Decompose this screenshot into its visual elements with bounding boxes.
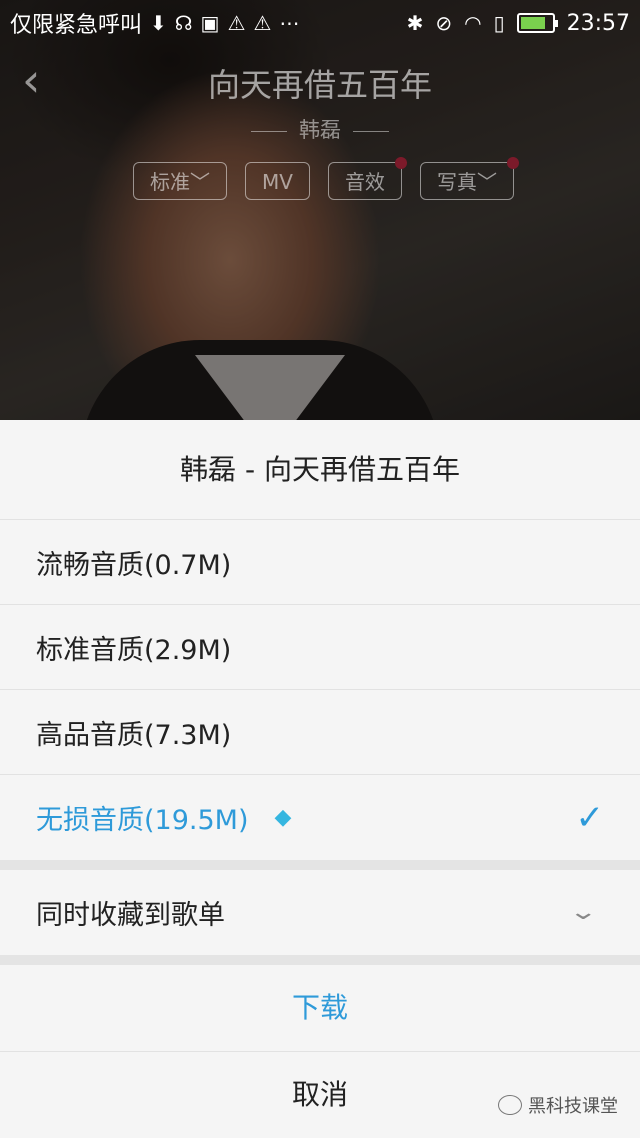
photo-pill-button[interactable]: 写真﹀: [419, 157, 519, 200]
collect-label: 同时收藏到歌单: [36, 900, 225, 931]
download-icon: ⬇: [150, 11, 167, 35]
more-icon: ⋯: [279, 11, 300, 35]
check-icon: ✓: [575, 797, 605, 838]
sound-effect-pill-button[interactable]: 音效: [327, 157, 407, 200]
headset-icon: ☊: [174, 11, 193, 35]
sheet-title: 韩磊 - 向天再借五百年: [0, 420, 640, 520]
sim-icon: ▯: [493, 11, 505, 35]
option-label: 流畅音质(0.7M): [36, 549, 232, 581]
quality-option-high[interactable]: 高品音质(7.3M): [0, 690, 640, 775]
clock: 23:57: [566, 10, 630, 36]
watermark-text: 黑科技课堂: [528, 1096, 618, 1117]
emergency-calls-text: 仅限紧急呼叫: [10, 13, 143, 38]
download-button[interactable]: 下载: [0, 965, 640, 1052]
battery-icon: [516, 13, 558, 33]
quality-option-standard[interactable]: 标准音质(2.9M): [0, 605, 640, 690]
quality-option-lossless[interactable]: 无损音质(19.5M) ◆ ✓: [0, 775, 640, 860]
section-gap: [0, 955, 640, 965]
warning-icon: ⚠: [227, 11, 246, 35]
quality-option-smooth[interactable]: 流畅音质(0.7M): [0, 520, 640, 605]
chevron-down-icon: ⌄: [568, 900, 598, 925]
image-icon: ▣: [200, 11, 220, 35]
wechat-icon: [498, 1095, 522, 1115]
battery-level-fill: [520, 17, 545, 29]
option-label: 标准音质(2.9M): [36, 634, 232, 666]
section-gap: [0, 860, 640, 870]
status-bar-left: 仅限紧急呼叫 ⬇ ☊ ▣ ⚠ ⚠ ⋯: [10, 7, 299, 39]
divider: [251, 130, 287, 132]
chevron-down-icon: ﹀: [190, 170, 210, 194]
option-label: 高品音质(7.3M): [36, 719, 232, 751]
notification-dot: [506, 157, 519, 169]
diamond-icon: ◆: [274, 805, 292, 830]
watermark: 黑科技课堂: [498, 1092, 618, 1118]
chevron-down-icon: ﹀: [476, 170, 497, 194]
screen: 仅限紧急呼叫 ⬇ ☊ ▣ ⚠ ⚠ ⋯ ✱ ⊘ ◠ ▯ 23:57 ‹ 向天再借五…: [0, 0, 640, 1138]
artist-name: 韩磊: [299, 118, 341, 142]
pill-label: 写真: [436, 170, 477, 194]
divider: [353, 130, 389, 132]
pill-label: MV: [262, 170, 293, 194]
option-label: 无损音质(19.5M): [36, 805, 249, 836]
add-to-playlist-toggle[interactable]: 同时收藏到歌单 ⌄: [0, 870, 640, 955]
pill-label: 标准: [150, 170, 190, 194]
artist-line: 韩磊: [0, 114, 640, 144]
notification-dot: [394, 157, 407, 169]
warning-icon: ⚠: [253, 11, 272, 35]
status-bar: 仅限紧急呼叫 ⬇ ☊ ▣ ⚠ ⚠ ⋯ ✱ ⊘ ◠ ▯ 23:57: [0, 0, 640, 46]
mute-icon: ⊘: [435, 11, 453, 35]
player-pill-row: 标准﹀ MV 音效 写真﹀: [133, 157, 519, 200]
song-title: 向天再借五百年: [207, 66, 432, 104]
bluetooth-icon: ✱: [406, 11, 424, 35]
status-bar-right: ✱ ⊘ ◠ ▯ 23:57: [407, 11, 630, 36]
quality-pill-button[interactable]: 标准﹀: [133, 162, 227, 200]
mv-pill-button[interactable]: MV: [245, 162, 310, 200]
pill-label: 音效: [344, 170, 385, 194]
download-quality-sheet: 韩磊 - 向天再借五百年 流畅音质(0.7M) 标准音质(2.9M) 高品音质(…: [0, 420, 640, 1138]
wifi-icon: ◠: [464, 11, 482, 35]
